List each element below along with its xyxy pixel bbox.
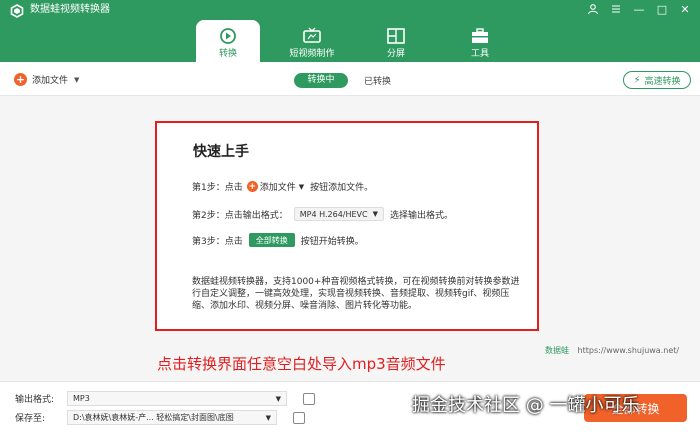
save-path-value: D:\袁林妩\袁林妩-产... 轻松搞定\封面图\底图	[73, 413, 234, 422]
sub-toolbar: + 添加文件 ▼ 转换中 已转换 ⚡ 高速转换	[0, 62, 700, 96]
tab-convert[interactable]: 转换	[196, 20, 260, 62]
tab-split-screen[interactable]: 分屏	[364, 20, 428, 62]
tv-icon	[303, 27, 321, 43]
app-logo-icon	[10, 4, 24, 18]
tab-split-screen-label: 分屏	[386, 49, 405, 59]
guide-step-3: 第3步：点击 全部转换 按钮开始转换。	[192, 233, 364, 247]
step1-suffix: 按钮添加文件。	[310, 183, 374, 193]
chevron-down-icon: ▼	[298, 182, 305, 191]
guide-step-1: 第1步：点击 + 添加文件 ▼ 按钮添加文件。	[192, 180, 373, 193]
tab-convert-label: 转换	[218, 49, 237, 59]
output-format-select[interactable]: MP3 ▼	[67, 391, 287, 406]
split-screen-icon	[387, 28, 405, 44]
plus-icon: +	[246, 181, 258, 192]
lightning-icon: ⚡	[633, 74, 641, 86]
save-path-select[interactable]: D:\袁林妩\袁林妩-产... 轻松搞定\封面图\底图 ▼	[67, 410, 277, 425]
format-settings-icon[interactable]	[303, 392, 315, 405]
output-format-label: 输出格式:	[15, 395, 55, 405]
minimize-button[interactable]: —	[632, 2, 646, 16]
close-button[interactable]: ✕	[678, 2, 692, 16]
overlay-watermark: 掘金技术社区 @ 一罐小可乐	[412, 395, 640, 416]
chevron-down-icon: ▼	[372, 210, 378, 218]
guide-title: 快速上手	[193, 144, 249, 160]
format-chip: MP4 H.264/HEVC ▼	[293, 207, 384, 221]
menu-icon[interactable]	[609, 2, 623, 16]
tab-short-video-label: 短视频制作	[289, 49, 335, 59]
step1-prefix: 第1步：点击	[192, 183, 243, 193]
plus-icon: +	[14, 73, 27, 86]
step3-prefix: 第3步：点击	[192, 236, 243, 247]
save-to-row: 保存至: D:\袁林妩\袁林妩-产... 轻松搞定\封面图\底图 ▼	[15, 410, 305, 425]
watermark-brand: 数据蛙	[545, 346, 569, 355]
window-controls: — □ ✕	[586, 2, 692, 16]
step1-action: 添加文件	[259, 183, 296, 193]
add-file-button[interactable]: + 添加文件 ▼	[14, 73, 79, 86]
tab-converting[interactable]: 转换中	[294, 73, 348, 88]
step2-suffix: 选择输出格式。	[390, 210, 454, 221]
output-format-row: 输出格式: MP3 ▼	[15, 391, 315, 406]
guide-step-2: 第2步：点击输出格式： MP4 H.264/HEVC ▼ 选择输出格式。	[192, 207, 453, 221]
tab-tools-label: 工具	[470, 49, 489, 59]
tab-tools[interactable]: 工具	[448, 20, 512, 62]
chevron-down-icon: ▼	[265, 413, 271, 422]
status-segment: 转换中 已转换	[294, 73, 391, 88]
add-file-label: 添加文件	[32, 76, 69, 86]
maximize-button[interactable]: □	[655, 2, 669, 16]
red-annotation: 点击转换界面任意空白处导入mp3音频文件	[157, 355, 446, 373]
folder-icon[interactable]	[293, 411, 305, 424]
main-tabs: 转换 短视频制作 分屏 工具	[196, 20, 532, 62]
quick-start-guide: 快速上手 第1步：点击 + 添加文件 ▼ 按钮添加文件。 第2步：点击输出格式：…	[155, 121, 539, 331]
brand-watermark: 数据蛙 https://www.shujuwa.net/	[545, 345, 679, 356]
top-header: 数据蛙视频转换器 — □ ✕ 转换 短视频制作 分屏 工具	[0, 0, 700, 62]
fast-convert-button[interactable]: ⚡ 高速转换	[623, 71, 691, 89]
chevron-down-icon[interactable]: ▼	[74, 76, 79, 84]
convert-icon	[220, 28, 236, 44]
tab-short-video[interactable]: 短视频制作	[280, 20, 344, 62]
guide-description: 数据蛙视频转换器，支持1000+种音视频格式转换，可在视频转换前对转换参数进行自…	[192, 277, 520, 311]
chevron-down-icon: ▼	[275, 394, 281, 403]
step3-suffix: 按钮开始转换。	[300, 236, 364, 247]
fast-convert-label: 高速转换	[644, 76, 681, 87]
save-to-label: 保存至:	[15, 414, 46, 424]
output-format-value: MP3	[73, 394, 90, 403]
watermark-url: https://www.shujuwa.net/	[577, 346, 680, 355]
format-chip-label: MP4 H.264/HEVC	[299, 209, 368, 219]
toolbox-icon	[472, 28, 488, 43]
tab-converted[interactable]: 已转换	[364, 74, 391, 87]
step2-prefix: 第2步：点击输出格式：	[192, 210, 288, 221]
user-icon[interactable]	[586, 2, 600, 16]
app-title: 数据蛙视频转换器	[30, 4, 110, 15]
convert-all-chip: 全部转换	[248, 233, 295, 247]
